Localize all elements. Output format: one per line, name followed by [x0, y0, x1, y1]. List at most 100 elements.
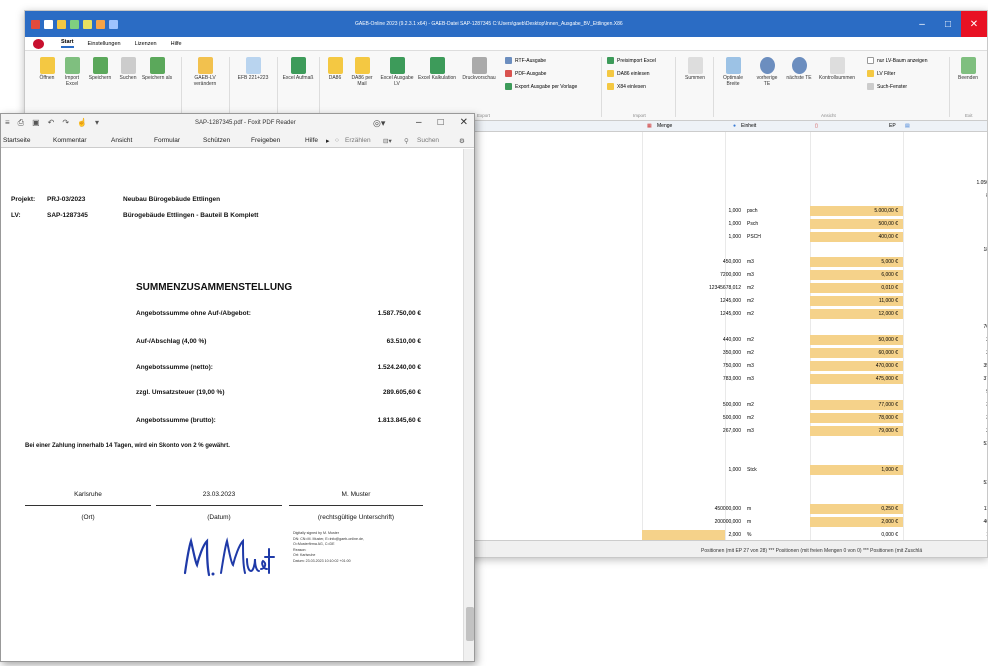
- app-menu-icon[interactable]: [33, 39, 44, 49]
- menge-cell[interactable]: 1,000: [643, 207, 741, 215]
- previous-te-button[interactable]: vorherige TE: [753, 57, 781, 88]
- sums-button[interactable]: Summen: [681, 57, 709, 82]
- einheit-cell[interactable]: m3: [747, 427, 807, 435]
- einheit-cell[interactable]: m2: [747, 310, 807, 318]
- settings-icon[interactable]: ⚙: [459, 137, 465, 145]
- lv-tree-toggle[interactable]: nur LV-Baum anzeigen: [867, 57, 928, 64]
- efb-button[interactable]: EFB 221+223: [233, 57, 273, 82]
- template-export-button[interactable]: Export Ausgabe per Vorlage: [505, 83, 577, 90]
- menge-cell[interactable]: 1245,000: [643, 310, 741, 318]
- tab-freigeben[interactable]: Freigeben: [251, 137, 280, 144]
- ep-cell[interactable]: 11,000 €: [811, 297, 898, 305]
- optimal-width-button[interactable]: Optimale Breite: [719, 57, 747, 88]
- ep-cell[interactable]: 475,000 €: [811, 375, 898, 383]
- tab-formular[interactable]: Formular: [154, 137, 180, 144]
- tab-hilfe[interactable]: Hilfe: [305, 137, 318, 144]
- tab-hilfe[interactable]: Hilfe: [171, 41, 182, 47]
- undo-icon[interactable]: ↶: [48, 118, 55, 128]
- da86-mail-button[interactable]: DA86 per Mail: [347, 57, 377, 88]
- tab-einstellungen[interactable]: Einstellungen: [88, 41, 121, 47]
- save-icon[interactable]: [70, 19, 79, 29]
- menge-cell[interactable]: 783,000: [643, 375, 741, 383]
- menge-cell[interactable]: 500,000: [643, 414, 741, 422]
- menge-cell[interactable]: 200000,000: [643, 518, 741, 526]
- minimize-icon[interactable]: –: [416, 117, 422, 128]
- column-header-ep[interactable]: EP: [889, 123, 896, 129]
- ep-cell[interactable]: 77,000 €: [811, 401, 898, 409]
- customize-icon[interactable]: ▾: [95, 118, 99, 128]
- tab-lizenzen[interactable]: Lizenzen: [135, 41, 157, 47]
- ep-cell[interactable]: 78,000 €: [811, 414, 898, 422]
- excel-aufmass-button[interactable]: Excel Aufmaß: [281, 57, 315, 82]
- app-logo-icon[interactable]: [31, 19, 40, 29]
- ep-cell[interactable]: 12,000 €: [811, 310, 898, 318]
- price-import-excel-button[interactable]: Preisimport Excel: [607, 57, 656, 64]
- more-tabs-icon[interactable]: ▸: [326, 137, 330, 145]
- rtf-export-button[interactable]: RTF-Ausgabe: [505, 57, 546, 64]
- column-header-einheit[interactable]: Einheit: [741, 123, 756, 129]
- lv-filter-button[interactable]: LV Filter: [867, 70, 895, 77]
- tab-startseite[interactable]: Startseite: [3, 137, 30, 144]
- menge-cell[interactable]: 267,000: [643, 427, 741, 435]
- einheit-cell[interactable]: PSCH: [747, 233, 807, 241]
- einheit-cell[interactable]: psch: [747, 207, 807, 215]
- einheit-cell[interactable]: Psch: [747, 220, 807, 228]
- save-icon[interactable]: ▣: [32, 118, 40, 128]
- open-button[interactable]: Öffnen: [35, 57, 59, 82]
- ep-cell[interactable]: 50,000 €: [811, 336, 898, 344]
- account-icon[interactable]: ◎▾: [373, 118, 385, 129]
- excel-kalkulation-button[interactable]: Excel Kalkulation: [417, 57, 457, 82]
- x84-import-button[interactable]: X84 einlesen: [607, 83, 646, 90]
- menge-cell[interactable]: 440,000: [643, 336, 741, 344]
- menge-cell[interactable]: 750,000: [643, 362, 741, 370]
- da86-button[interactable]: DA86: [323, 57, 347, 82]
- pdf-export-button[interactable]: PDF-Ausgabe: [505, 70, 546, 77]
- edit-icon[interactable]: [83, 19, 92, 29]
- einheit-cell[interactable]: m2: [747, 414, 807, 422]
- menge-cell[interactable]: 450000,000: [643, 505, 741, 513]
- einheit-cell[interactable]: m2: [747, 336, 807, 344]
- menge-cell[interactable]: 350,000: [643, 349, 741, 357]
- ep-cell[interactable]: 500,00 €: [811, 220, 898, 228]
- redo-icon[interactable]: ↷: [62, 118, 69, 128]
- menge-cell[interactable]: 12345678,012: [643, 284, 741, 292]
- tab-ansicht[interactable]: Ansicht: [111, 137, 132, 144]
- gaeb-lv-change-button[interactable]: GAEB-LV verändern: [185, 57, 225, 88]
- hand-tool-icon[interactable]: ☝: [77, 118, 87, 128]
- tell-me-input[interactable]: Erzählen: [345, 137, 371, 144]
- ep-cell[interactable]: 0,000 €: [811, 531, 898, 539]
- new-file-icon[interactable]: [44, 19, 53, 29]
- save-button[interactable]: Speichern: [85, 57, 115, 82]
- ep-cell[interactable]: 5,000 €: [811, 258, 898, 266]
- einheit-cell[interactable]: m2: [747, 284, 807, 292]
- menge-cell[interactable]: 1,000: [643, 233, 741, 241]
- tab-start[interactable]: Start: [61, 39, 74, 48]
- einheit-cell[interactable]: m: [747, 505, 807, 513]
- scrollbar-thumb[interactable]: [466, 607, 474, 641]
- open-folder-icon[interactable]: [57, 19, 66, 29]
- einheit-cell[interactable]: m2: [747, 297, 807, 305]
- einheit-cell[interactable]: m2: [747, 401, 807, 409]
- einheit-cell[interactable]: m2: [747, 349, 807, 357]
- ep-cell[interactable]: 6,000 €: [811, 271, 898, 279]
- vertical-scrollbar[interactable]: [463, 149, 474, 661]
- column-header-menge[interactable]: Menge: [657, 123, 672, 129]
- einheit-cell[interactable]: %: [747, 531, 807, 539]
- search-button[interactable]: Suchen: [115, 57, 141, 82]
- ep-cell[interactable]: 0,010 €: [811, 284, 898, 292]
- search-window-button[interactable]: Such-Fenster: [867, 83, 907, 90]
- ep-cell[interactable]: 2,000 €: [811, 518, 898, 526]
- menge-cell[interactable]: 1,000: [643, 220, 741, 228]
- view-options-icon[interactable]: ⊟▾: [383, 137, 392, 145]
- menge-cell[interactable]: 1245,000: [643, 297, 741, 305]
- einheit-cell[interactable]: m3: [747, 375, 807, 383]
- menge-cell[interactable]: 450,000: [643, 258, 741, 266]
- exit-button[interactable]: Beenden: [953, 57, 983, 82]
- tab-schuetzen[interactable]: Schützen: [203, 137, 230, 144]
- save-as-button[interactable]: Speichern als: [141, 57, 173, 82]
- maximize-icon[interactable]: □: [935, 11, 961, 37]
- da86-import-button[interactable]: DA86 einlesen: [607, 70, 650, 77]
- menge-cell[interactable]: 1,000: [643, 466, 741, 474]
- minimize-icon[interactable]: –: [909, 11, 935, 37]
- control-sums-button[interactable]: Kontrollsummen: [815, 57, 859, 82]
